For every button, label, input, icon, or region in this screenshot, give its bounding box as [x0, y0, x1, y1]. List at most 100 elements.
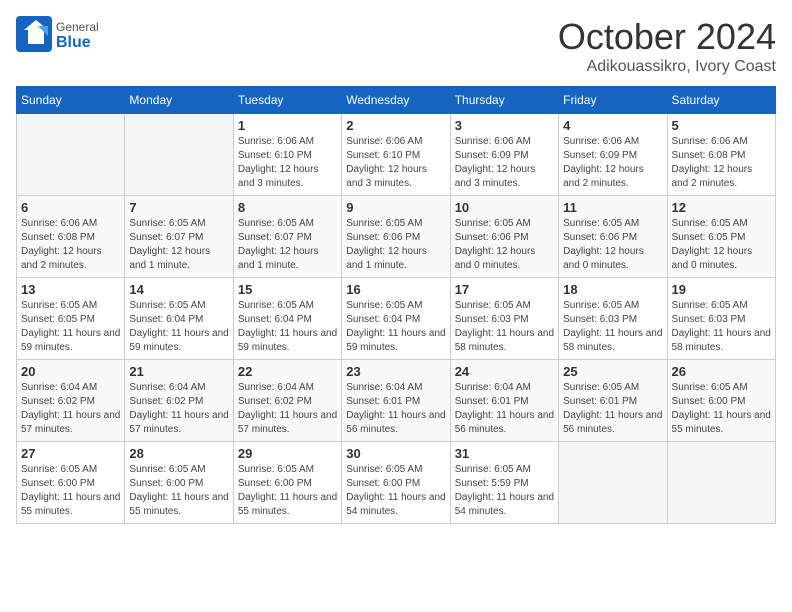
calendar-cell: 6Sunrise: 6:06 AMSunset: 6:08 PMDaylight…: [17, 196, 125, 278]
calendar-cell: 13Sunrise: 6:05 AMSunset: 6:05 PMDayligh…: [17, 278, 125, 360]
calendar-cell: 23 Sunrise: 6:04 AMSunset: 6:01 PMDayligh…: [342, 360, 450, 442]
day-number: 28: [129, 446, 228, 461]
day-info: Sunrise: 6:05 AMSunset: 6:07 PMDaylight:…: [238, 217, 337, 273]
weekday-header-thursday: Thursday: [450, 87, 558, 114]
calendar-cell: [559, 442, 667, 524]
day-number: 17: [455, 282, 554, 297]
weekday-header-friday: Friday: [559, 87, 667, 114]
weekday-header-sunday: Sunday: [17, 87, 125, 114]
day-number: 12: [672, 200, 771, 215]
day-number: 26: [672, 364, 771, 379]
day-number: 22: [238, 364, 337, 379]
calendar-cell: 2Sunrise: 6:06 AMSunset: 6:10 PMDaylight…: [342, 114, 450, 196]
calendar-cell: [667, 442, 775, 524]
day-number: 10: [455, 200, 554, 215]
logo-general: General: [56, 21, 99, 33]
calendar-cell: 21Sunrise: 6:04 AMSunset: 6:02 PMDayligh…: [125, 360, 233, 442]
day-number: 23: [346, 364, 445, 379]
calendar-table: SundayMondayTuesdayWednesdayThursdayFrid…: [16, 86, 776, 524]
calendar-cell: 7 Sunrise: 6:05 AMSunset: 6:07 PMDaylight…: [125, 196, 233, 278]
location-title: Adikouassikro, Ivory Coast: [558, 58, 776, 76]
page-header: General Blue October 2024 Adikouassikro,…: [16, 16, 776, 76]
day-info: Sunrise: 6:05 AMSunset: 6:00 PMDaylight:…: [672, 381, 771, 437]
day-number: 11: [563, 200, 662, 215]
day-info: Sunrise: 6:05 AMSunset: 6:05 PMDaylight:…: [21, 299, 120, 355]
calendar-cell: 29 Sunrise: 6:05 AMSunset: 6:00 PMDayligh…: [233, 442, 341, 524]
day-number: 29: [238, 446, 337, 461]
day-info: Sunrise: 6:05 AMSunset: 6:06 PMDaylight:…: [346, 217, 445, 273]
calendar-cell: 4Sunrise: 6:06 AMSunset: 6:09 PMDaylight…: [559, 114, 667, 196]
calendar-cell: 9 Sunrise: 6:05 AMSunset: 6:06 PMDaylight…: [342, 196, 450, 278]
day-number: 21: [129, 364, 228, 379]
calendar-cell: 12 Sunrise: 6:05 AMSunset: 6:05 PMDayligh…: [667, 196, 775, 278]
day-number: 1: [238, 118, 337, 133]
day-info: Sunrise: 6:06 AMSunset: 6:08 PMDaylight:…: [672, 135, 771, 191]
month-title: October 2024: [558, 16, 776, 58]
day-number: 3: [455, 118, 554, 133]
day-info: Sunrise: 6:05 AMSunset: 6:00 PMDaylight:…: [21, 463, 120, 519]
calendar-cell: 11 Sunrise: 6:05 AMSunset: 6:06 PMDayligh…: [559, 196, 667, 278]
day-info: Sunrise: 6:05 AMSunset: 6:03 PMDaylight:…: [672, 299, 771, 355]
day-number: 25: [563, 364, 662, 379]
calendar-week-row: 13Sunrise: 6:05 AMSunset: 6:05 PMDayligh…: [17, 278, 776, 360]
logo-icon: [16, 16, 52, 57]
calendar-cell: 8 Sunrise: 6:05 AMSunset: 6:07 PMDaylight…: [233, 196, 341, 278]
day-info: Sunrise: 6:05 AMSunset: 6:01 PMDaylight:…: [563, 381, 662, 437]
calendar-cell: [17, 114, 125, 196]
day-number: 30: [346, 446, 445, 461]
weekday-header-tuesday: Tuesday: [233, 87, 341, 114]
calendar-week-row: 6Sunrise: 6:06 AMSunset: 6:08 PMDaylight…: [17, 196, 776, 278]
calendar-cell: 14 Sunrise: 6:05 AMSunset: 6:04 PMDayligh…: [125, 278, 233, 360]
day-info: Sunrise: 6:05 AMSunset: 6:04 PMDaylight:…: [346, 299, 445, 355]
day-info: Sunrise: 6:05 AMSunset: 6:03 PMDaylight:…: [455, 299, 554, 355]
day-info: Sunrise: 6:04 AMSunset: 6:02 PMDaylight:…: [238, 381, 337, 437]
day-info: Sunrise: 6:06 AMSunset: 6:10 PMDaylight:…: [238, 135, 337, 191]
day-info: Sunrise: 6:05 AMSunset: 6:04 PMDaylight:…: [129, 299, 228, 355]
calendar-cell: 27 Sunrise: 6:05 AMSunset: 6:00 PMDayligh…: [17, 442, 125, 524]
calendar-cell: 19 Sunrise: 6:05 AMSunset: 6:03 PMDayligh…: [667, 278, 775, 360]
day-info: Sunrise: 6:06 AMSunset: 6:09 PMDaylight:…: [455, 135, 554, 191]
day-info: Sunrise: 6:05 AMSunset: 6:03 PMDaylight:…: [563, 299, 662, 355]
calendar-cell: 20Sunrise: 6:04 AMSunset: 6:02 PMDayligh…: [17, 360, 125, 442]
day-info: Sunrise: 6:05 AMSunset: 6:00 PMDaylight:…: [346, 463, 445, 519]
day-number: 7: [129, 200, 228, 215]
day-info: Sunrise: 6:05 AMSunset: 5:59 PMDaylight:…: [455, 463, 554, 519]
day-info: Sunrise: 6:05 AMSunset: 6:06 PMDaylight:…: [455, 217, 554, 273]
day-number: 19: [672, 282, 771, 297]
title-block: October 2024 Adikouassikro, Ivory Coast: [558, 16, 776, 76]
calendar-week-row: 20 Sunrise: 6:04 AMSunset: 6:02 PMDayligh…: [17, 360, 776, 442]
calendar-cell: 22 Sunrise: 6:04 AMSunset: 6:02 PMDayligh…: [233, 360, 341, 442]
calendar-cell: 16Sunrise: 6:05 AMSunset: 6:04 PMDayligh…: [342, 278, 450, 360]
day-number: 2: [346, 118, 445, 133]
day-number: 20: [21, 364, 120, 379]
logo: General Blue: [16, 16, 99, 57]
calendar-cell: 1 Sunrise: 6:06 AMSunset: 6:10 PMDaylight…: [233, 114, 341, 196]
calendar-cell: 31 Sunrise: 6:05 AMSunset: 5:59 PMDayligh…: [450, 442, 558, 524]
day-info: Sunrise: 6:05 AMSunset: 6:07 PMDaylight:…: [129, 217, 228, 273]
day-info: Sunrise: 6:05 AMSunset: 6:04 PMDaylight:…: [238, 299, 337, 355]
calendar-cell: 3 Sunrise: 6:06 AMSunset: 6:09 PMDaylight…: [450, 114, 558, 196]
day-number: 27: [21, 446, 120, 461]
day-number: 9: [346, 200, 445, 215]
day-info: Sunrise: 6:06 AMSunset: 6:08 PMDaylight:…: [21, 217, 120, 273]
day-info: Sunrise: 6:04 AMSunset: 6:01 PMDaylight:…: [455, 381, 554, 437]
day-info: Sunrise: 6:06 AMSunset: 6:09 PMDaylight:…: [563, 135, 662, 191]
day-info: Sunrise: 6:05 AMSunset: 6:00 PMDaylight:…: [238, 463, 337, 519]
day-number: 8: [238, 200, 337, 215]
calendar-week-row: 27 Sunrise: 6:05 AMSunset: 6:00 PMDayligh…: [17, 442, 776, 524]
calendar-cell: 26 Sunrise: 6:05 AMSunset: 6:00 PMDayligh…: [667, 360, 775, 442]
calendar-cell: 15Sunrise: 6:05 AMSunset: 6:04 PMDayligh…: [233, 278, 341, 360]
day-number: 14: [129, 282, 228, 297]
calendar-header-row: SundayMondayTuesdayWednesdayThursdayFrid…: [17, 87, 776, 114]
day-number: 31: [455, 446, 554, 461]
logo-blue: Blue: [56, 33, 99, 52]
calendar-cell: 10 Sunrise: 6:05 AMSunset: 6:06 PMDayligh…: [450, 196, 558, 278]
calendar-cell: 18Sunrise: 6:05 AMSunset: 6:03 PMDayligh…: [559, 278, 667, 360]
calendar-cell: 28Sunrise: 6:05 AMSunset: 6:00 PMDayligh…: [125, 442, 233, 524]
day-number: 5: [672, 118, 771, 133]
calendar-cell: 30 Sunrise: 6:05 AMSunset: 6:00 PMDayligh…: [342, 442, 450, 524]
day-info: Sunrise: 6:04 AMSunset: 6:01 PMDaylight:…: [346, 381, 445, 437]
day-info: Sunrise: 6:05 AMSunset: 6:05 PMDaylight:…: [672, 217, 771, 273]
calendar-cell: 25 Sunrise: 6:05 AMSunset: 6:01 PMDayligh…: [559, 360, 667, 442]
day-info: Sunrise: 6:05 AMSunset: 6:06 PMDaylight:…: [563, 217, 662, 273]
